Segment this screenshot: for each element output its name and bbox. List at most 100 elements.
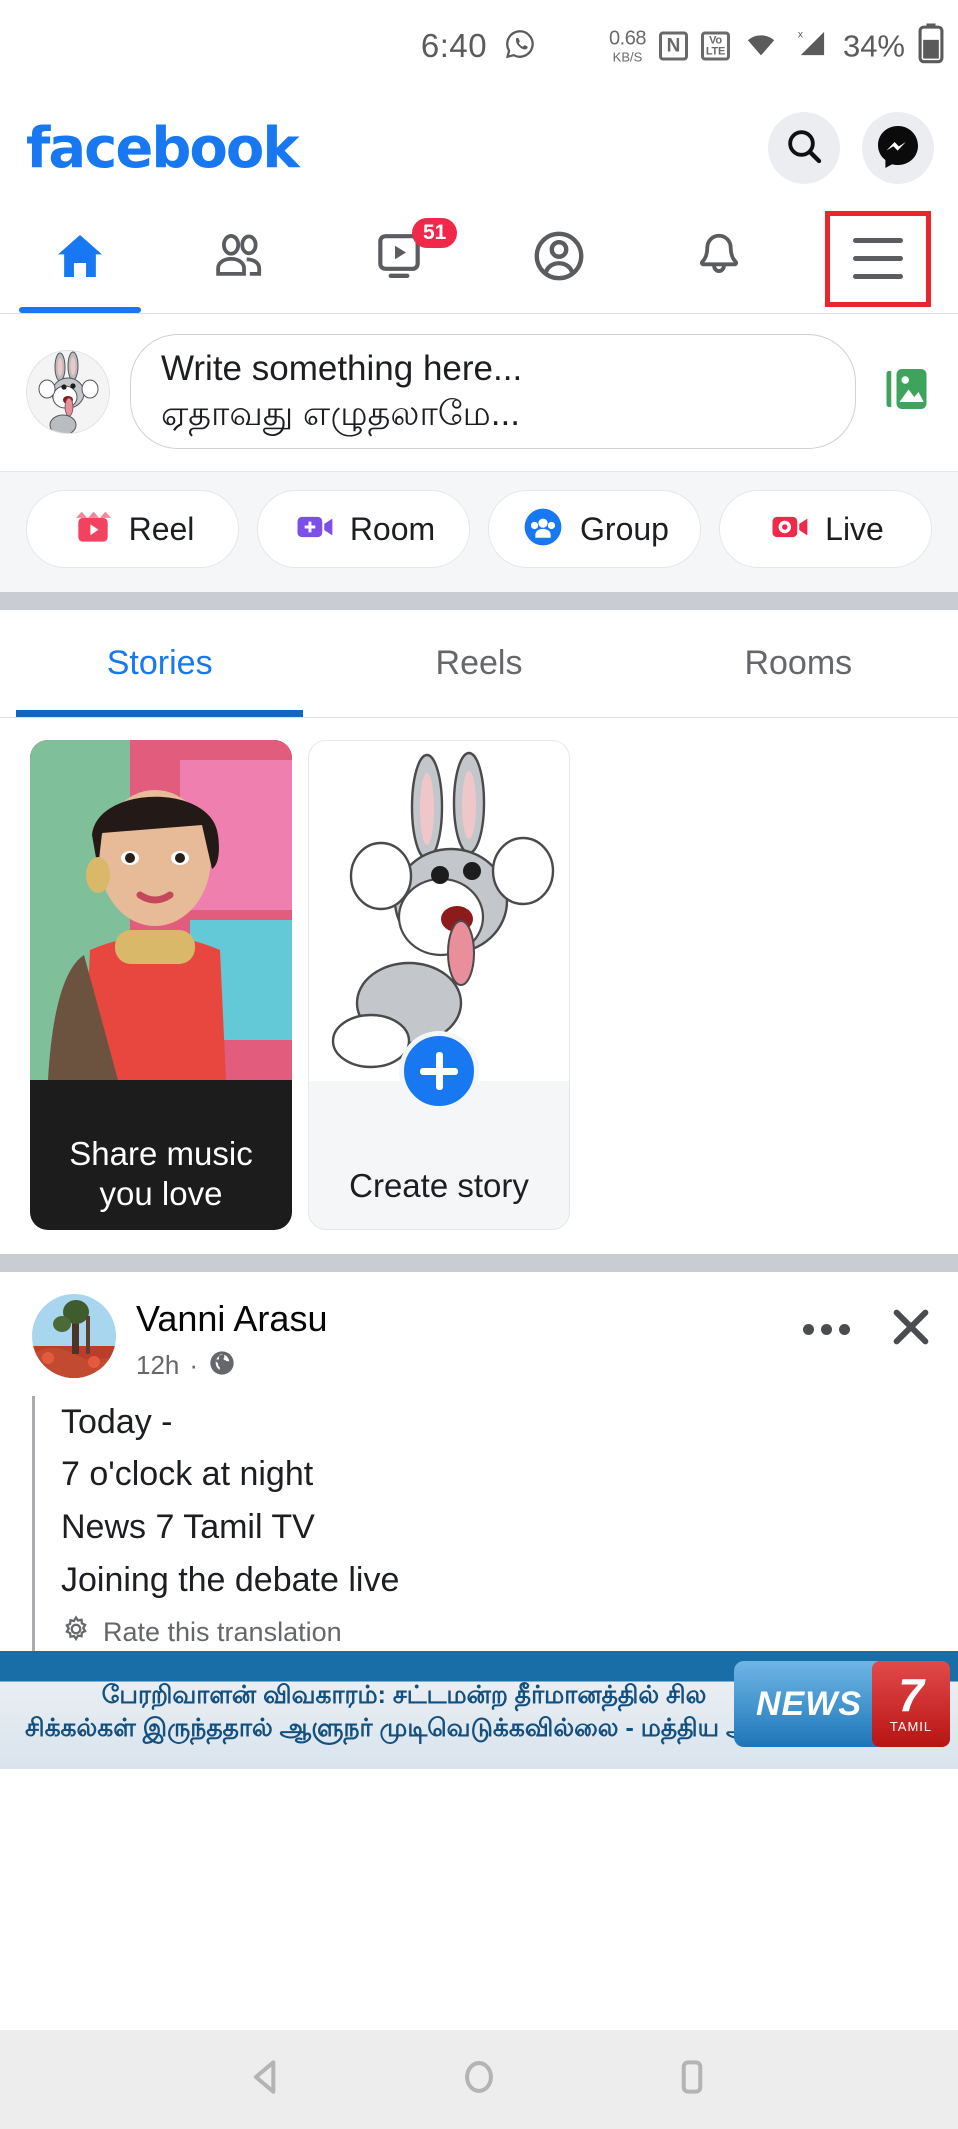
nfc-icon: N bbox=[658, 31, 688, 61]
tab-rooms[interactable]: Rooms bbox=[639, 610, 958, 717]
recents-square-icon[interactable] bbox=[670, 2055, 714, 2104]
story-card-share-music[interactable]: Share music you love bbox=[30, 740, 292, 1231]
home-circle-icon[interactable] bbox=[457, 2055, 501, 2104]
sidebar-item-watch[interactable]: 51 bbox=[319, 204, 479, 313]
search-icon bbox=[784, 126, 824, 171]
status-bar-center: 6:40 bbox=[421, 27, 537, 66]
post-subline: 12h · bbox=[136, 1349, 783, 1382]
post-author-name[interactable]: Vanni Arasu bbox=[136, 1298, 783, 1339]
back-triangle-icon[interactable] bbox=[244, 2055, 288, 2104]
status-bar: 6:40 0.68 KB/S N Vo LTE x 34% bbox=[0, 0, 958, 92]
tab-reels[interactable]: Reels bbox=[319, 610, 638, 717]
tab-reels-label: Reels bbox=[435, 644, 523, 683]
messenger-icon bbox=[874, 122, 922, 175]
photo-gallery-icon[interactable] bbox=[876, 359, 936, 424]
globe-icon bbox=[208, 1349, 236, 1382]
tab-stories-label: Stories bbox=[106, 644, 213, 683]
bell-icon bbox=[692, 229, 746, 288]
cellular-signal-x-icon: x bbox=[792, 28, 830, 65]
search-button[interactable] bbox=[768, 112, 840, 184]
story-caption-line1: Share music bbox=[69, 1134, 253, 1172]
android-navigation-bar bbox=[0, 2030, 958, 2129]
profile-icon bbox=[530, 227, 588, 290]
facebook-logo[interactable]: facebook bbox=[26, 116, 300, 181]
avatar[interactable] bbox=[26, 349, 110, 434]
group-button[interactable]: Group bbox=[488, 490, 701, 569]
sidebar-item-home[interactable] bbox=[0, 204, 160, 313]
room-button[interactable]: Room bbox=[257, 490, 470, 569]
stories-carousel: Share music you love Create story bbox=[0, 718, 958, 1255]
rate-translation-label: Rate this translation bbox=[103, 1617, 342, 1648]
status-bar-right: 0.68 KB/S N Vo LTE x 34% bbox=[609, 23, 944, 69]
rate-translation-row[interactable]: Rate this translation bbox=[61, 1614, 399, 1651]
group-label: Group bbox=[580, 510, 669, 547]
home-icon bbox=[52, 228, 108, 289]
post-dot-separator: · bbox=[189, 1349, 199, 1380]
more-options-icon[interactable] bbox=[803, 1324, 850, 1336]
messenger-button[interactable] bbox=[862, 112, 934, 184]
feed-post: Vanni Arasu 12h · Today - 7 o'clock at n… bbox=[0, 1272, 958, 1652]
post-body: Today - 7 o'clock at night News 7 Tamil … bbox=[0, 1388, 958, 1652]
network-speed-indicator: 0.68 KB/S bbox=[609, 29, 646, 64]
reel-icon bbox=[71, 505, 115, 554]
search-input[interactable]: Write something here... ஏதாவது எழுதலாமே.… bbox=[130, 334, 856, 450]
sidebar-item-friends[interactable] bbox=[160, 204, 320, 313]
volte-bottom: LTE bbox=[705, 45, 725, 57]
room-label: Room bbox=[349, 510, 436, 547]
friends-icon bbox=[211, 227, 269, 290]
news-banner-image[interactable]: பேரறிவாளன் விவகாரம்: சட்டமன்ற தீர்மானத்த… bbox=[0, 1651, 958, 1770]
news7-logo: NEWS 7 TAMIL bbox=[734, 1661, 950, 1748]
post-composer: Write something here... ஏதாவது எழுதலாமே.… bbox=[0, 314, 958, 472]
post-line-4: Joining the debate live bbox=[61, 1560, 400, 1599]
header-actions bbox=[768, 112, 934, 184]
quick-actions-row: Reel Room Group Live bbox=[0, 471, 958, 593]
news7-number: 7 bbox=[898, 1668, 924, 1721]
composer-placeholder-en: Write something here... bbox=[161, 349, 523, 388]
watch-badge-count: 51 bbox=[411, 218, 458, 249]
nfc-label: N bbox=[666, 35, 681, 56]
post-header: Vanni Arasu 12h · bbox=[0, 1272, 958, 1387]
live-label: Live bbox=[825, 510, 884, 547]
news-headline-line1: பேரறிவாளன் விவகாரம்: சட்டமன்ற தீர்மானத்த… bbox=[101, 1681, 707, 1710]
hamburger-menu-icon[interactable] bbox=[853, 238, 904, 279]
phone-screen: 6:40 0.68 KB/S N Vo LTE x 34% facebook 5… bbox=[0, 0, 958, 2129]
story-caption: Share music you love bbox=[30, 1134, 292, 1215]
live-button[interactable]: Live bbox=[719, 490, 932, 569]
sidebar-item-notifications[interactable] bbox=[639, 204, 799, 313]
plus-icon[interactable] bbox=[399, 1031, 479, 1112]
svg-text:x: x bbox=[798, 30, 803, 41]
live-icon bbox=[767, 505, 811, 554]
home-active-underline bbox=[19, 307, 141, 313]
sidebar-item-profile[interactable] bbox=[479, 204, 639, 313]
tab-stories[interactable]: Stories bbox=[0, 610, 319, 718]
reel-label: Reel bbox=[128, 510, 195, 547]
post-text: Today - 7 o'clock at night News 7 Tamil … bbox=[61, 1396, 399, 1652]
main-nav-tabs: 51 bbox=[0, 204, 958, 314]
tab-rooms-label: Rooms bbox=[744, 644, 853, 683]
news7-channel-name: NEWS bbox=[734, 1661, 878, 1748]
post-line-1: Today - bbox=[61, 1402, 173, 1441]
news7-language: TAMIL bbox=[889, 1719, 933, 1735]
battery-icon bbox=[918, 23, 944, 69]
status-time: 6:40 bbox=[420, 27, 488, 64]
story-tabs: Stories Reels Rooms bbox=[0, 610, 958, 719]
avatar[interactable] bbox=[32, 1294, 116, 1379]
story-thumbnail bbox=[30, 740, 292, 1081]
quote-bar bbox=[32, 1395, 35, 1652]
room-icon bbox=[292, 505, 336, 554]
network-speed-unit: KB/S bbox=[612, 49, 643, 65]
menu-highlight-box bbox=[825, 210, 932, 307]
reel-button[interactable]: Reel bbox=[26, 490, 239, 569]
post-timestamp: 12h bbox=[136, 1349, 180, 1380]
composer-placeholder-ta: ஏதாவது எழுதலாமே... bbox=[161, 393, 520, 433]
section-divider bbox=[0, 592, 958, 611]
battery-percent: 34% bbox=[842, 28, 905, 63]
close-icon[interactable] bbox=[888, 1304, 934, 1355]
news-headline: பேரறிவாளன் விவகாரம்: சட்டமன்ற தீர்மானத்த… bbox=[0, 1679, 808, 1744]
news7-channel-badge: 7 TAMIL bbox=[872, 1661, 950, 1748]
story-card-create-story[interactable]: Create story bbox=[308, 740, 570, 1231]
volte-top: Vo bbox=[709, 34, 722, 46]
sidebar-item-menu[interactable] bbox=[798, 204, 958, 313]
post-line-2: 7 o'clock at night bbox=[61, 1455, 314, 1494]
story-caption-line2: you love bbox=[99, 1175, 223, 1212]
